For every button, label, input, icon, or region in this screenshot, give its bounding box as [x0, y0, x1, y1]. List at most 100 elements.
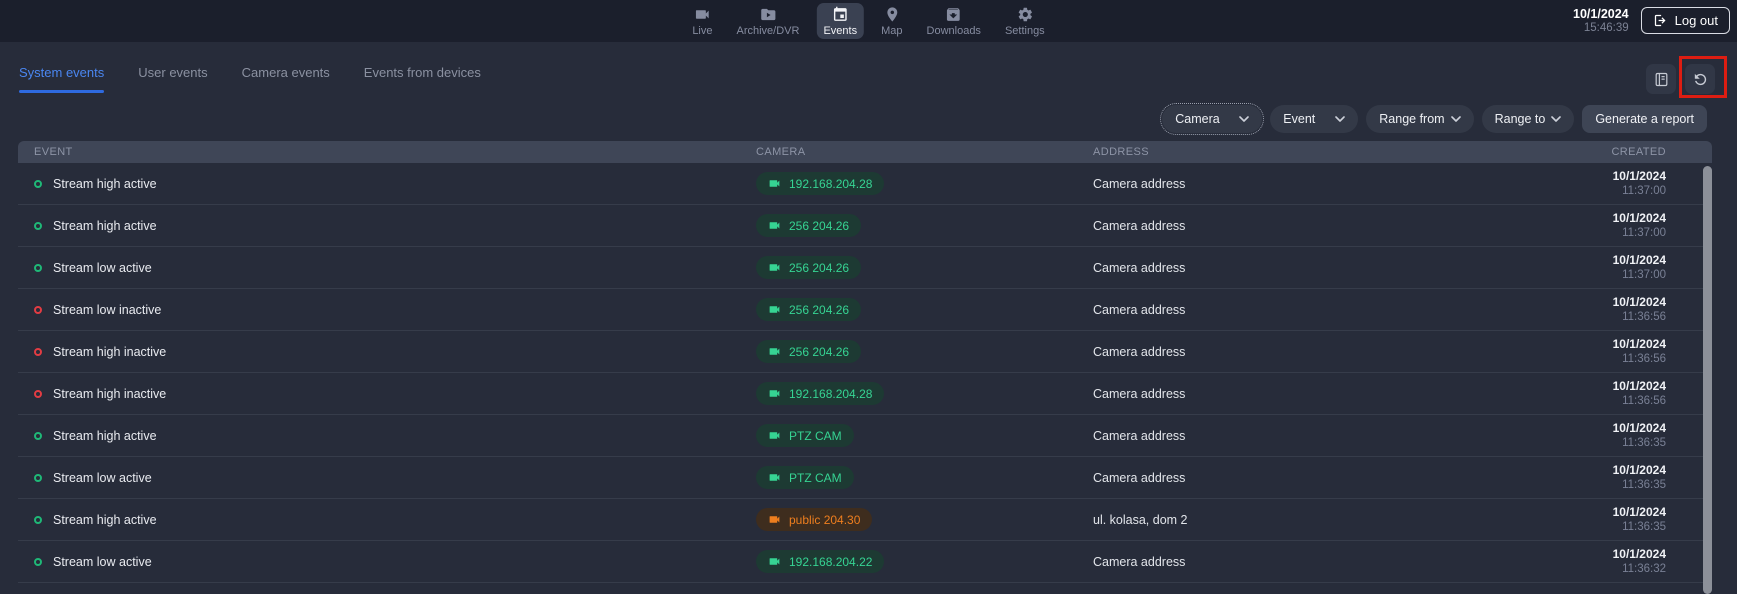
nav-item-live[interactable]: Live — [685, 3, 719, 39]
created-cell: 10/1/2024 11:37:00 — [1548, 253, 1712, 282]
created-time: 11:36:35 — [1548, 520, 1666, 534]
camera-badge[interactable]: 192.168.204.22 — [756, 550, 884, 573]
event-cell: Stream high inactive — [18, 345, 756, 359]
created-date: 10/1/2024 — [1548, 547, 1666, 562]
event-cell: Stream low active — [18, 471, 756, 485]
tab-camera-events[interactable]: Camera events — [242, 65, 330, 93]
logout-button[interactable]: Log out — [1641, 7, 1730, 34]
created-time: 11:37:00 — [1548, 226, 1666, 240]
report-view-button[interactable] — [1646, 64, 1676, 94]
camera-badge[interactable]: public 204.30 — [756, 508, 872, 531]
table-scrollbar[interactable] — [1703, 166, 1712, 594]
logout-icon — [1653, 13, 1668, 28]
camera-badge[interactable]: 256 204.26 — [756, 214, 861, 237]
event-name: Stream high active — [53, 513, 157, 527]
camera-cell: 256 204.26 — [756, 256, 1093, 279]
column-header-camera: CAMERA — [756, 146, 1093, 158]
table-row[interactable]: Stream low inactive 256 204.26 Camera ad… — [18, 289, 1712, 331]
camera-address: Camera address — [1093, 177, 1548, 191]
table-row[interactable]: Stream high active 192.168.204.28 Camera… — [18, 163, 1712, 205]
camera-address: Camera address — [1093, 219, 1548, 233]
camera-address: Camera address — [1093, 303, 1548, 317]
created-date: 10/1/2024 — [1548, 169, 1666, 184]
camera-filter-dropdown[interactable]: Camera — [1162, 105, 1262, 133]
nav-item-downloads[interactable]: Downloads — [920, 3, 988, 39]
created-cell: 10/1/2024 11:36:56 — [1548, 337, 1712, 366]
camera-badge[interactable]: PTZ CAM — [756, 424, 854, 447]
camera-badge[interactable]: 192.168.204.28 — [756, 382, 884, 405]
camera-cell: PTZ CAM — [756, 466, 1093, 489]
tab-system-events[interactable]: System events — [19, 65, 104, 93]
camera-cell: public 204.30 — [756, 508, 1093, 531]
chevron-down-icon — [1451, 116, 1461, 122]
event-name: Stream high active — [53, 429, 157, 443]
generate-report-button[interactable]: Generate a report — [1582, 105, 1707, 133]
status-ring-icon — [34, 432, 42, 440]
event-filter-dropdown[interactable]: Event — [1270, 105, 1358, 133]
created-date: 10/1/2024 — [1548, 421, 1666, 436]
table-row[interactable]: Stream low active 192.168.204.22 Camera … — [18, 541, 1712, 583]
event-cell: Stream low inactive — [18, 303, 756, 317]
status-ring-icon — [34, 558, 42, 566]
event-cell: Stream high active — [18, 513, 756, 527]
camera-icon — [768, 345, 781, 358]
nav-label: Settings — [1005, 25, 1045, 37]
table-row[interactable]: Stream high inactive 192.168.204.28 Came… — [18, 373, 1712, 415]
chevron-down-icon — [1335, 116, 1345, 122]
created-cell: 10/1/2024 11:36:56 — [1548, 295, 1712, 324]
range-from-dropdown[interactable]: Range from — [1366, 105, 1473, 133]
camera-badge[interactable]: 256 204.26 — [756, 340, 861, 363]
calendar-icon — [832, 6, 849, 23]
dropdown-label: Range to — [1495, 112, 1546, 126]
range-to-dropdown[interactable]: Range to — [1482, 105, 1575, 133]
dropdown-label: Event — [1283, 112, 1315, 126]
table-row[interactable]: Stream high active 256 204.26 Camera add… — [18, 205, 1712, 247]
refresh-button[interactable] — [1685, 64, 1715, 94]
camera-badge[interactable]: 256 204.26 — [756, 298, 861, 321]
nav-item-map[interactable]: Map — [874, 3, 909, 39]
current-date: 10/1/2024 — [1573, 7, 1629, 22]
camera-badge[interactable]: 256 204.26 — [756, 256, 861, 279]
refresh-icon — [1692, 71, 1709, 88]
filter-toolbar: Camera Event Range from Range to Generat… — [1162, 105, 1707, 133]
status-ring-icon — [34, 180, 42, 188]
table-row[interactable]: Stream low active PTZ CAM Camera address… — [18, 457, 1712, 499]
camera-name: PTZ CAM — [789, 471, 842, 485]
created-date: 10/1/2024 — [1548, 463, 1666, 478]
table-row[interactable]: Stream high active PTZ CAM Camera addres… — [18, 415, 1712, 457]
camera-icon — [768, 303, 781, 316]
camera-name: 256 204.26 — [789, 303, 849, 317]
camera-address: Camera address — [1093, 471, 1548, 485]
camera-name: PTZ CAM — [789, 429, 842, 443]
camera-badge[interactable]: 192.168.204.28 — [756, 172, 884, 195]
camera-icon — [768, 261, 781, 274]
created-date: 10/1/2024 — [1548, 211, 1666, 226]
created-cell: 10/1/2024 11:36:35 — [1548, 505, 1712, 534]
table-row[interactable]: Stream low active 256 204.26 Camera addr… — [18, 247, 1712, 289]
nav-item-events[interactable]: Events — [816, 3, 864, 39]
created-time: 11:36:35 — [1548, 478, 1666, 492]
event-name: Stream low inactive — [53, 303, 161, 317]
events-table: EVENT CAMERA ADDRESS CREATED Stream high… — [18, 141, 1712, 594]
tab-user-events[interactable]: User events — [138, 65, 207, 93]
tab-label: System events — [19, 65, 104, 80]
camera-address: Camera address — [1093, 429, 1548, 443]
nav-item-settings[interactable]: Settings — [998, 3, 1052, 39]
created-time: 11:36:32 — [1548, 562, 1666, 576]
nav-label: Downloads — [927, 25, 981, 37]
status-ring-icon — [34, 222, 42, 230]
camera-address: Camera address — [1093, 345, 1548, 359]
event-cell: Stream low active — [18, 261, 756, 275]
nav-label: Live — [692, 25, 712, 37]
table-row[interactable]: Stream high active public 204.30 ul. kol… — [18, 499, 1712, 541]
created-time: 11:36:56 — [1548, 394, 1666, 408]
camera-badge[interactable]: PTZ CAM — [756, 466, 854, 489]
table-row[interactable]: Stream high inactive 256 204.26 Camera a… — [18, 331, 1712, 373]
camera-name: 192.168.204.28 — [789, 177, 872, 191]
created-cell: 10/1/2024 11:36:35 — [1548, 421, 1712, 450]
camera-address: Camera address — [1093, 555, 1548, 569]
logout-label: Log out — [1675, 13, 1718, 28]
nav-item-archive-dvr[interactable]: Archive/DVR — [730, 3, 807, 39]
gear-icon — [1016, 6, 1033, 23]
tab-events-from-devices[interactable]: Events from devices — [364, 65, 481, 93]
